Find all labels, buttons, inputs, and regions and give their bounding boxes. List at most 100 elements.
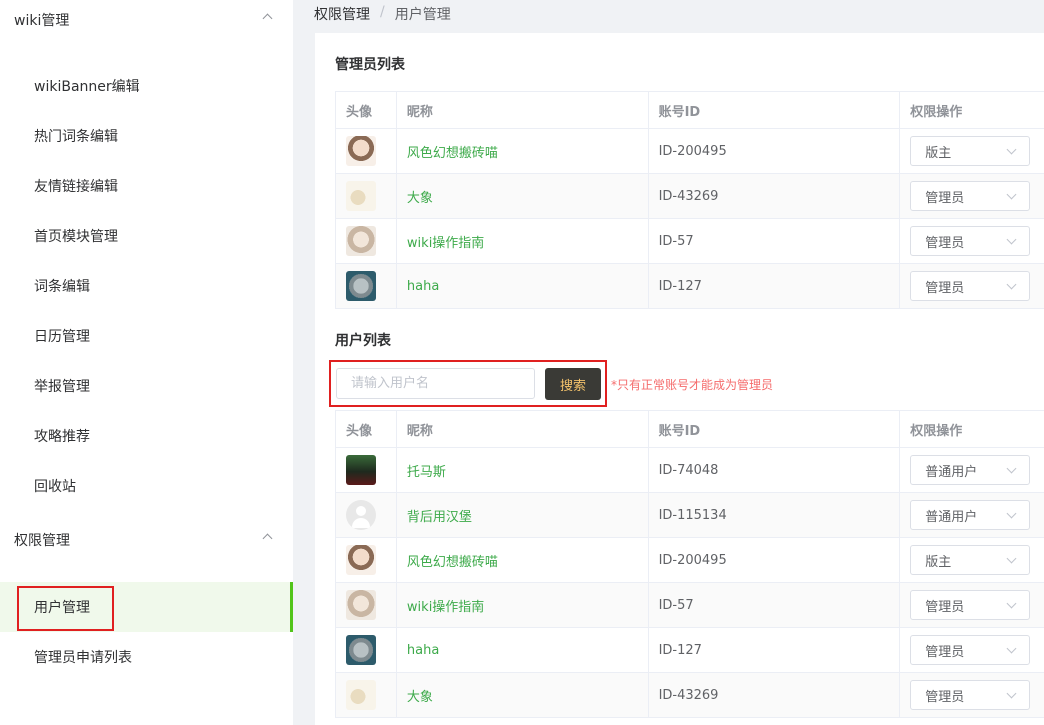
nickname-link[interactable]: haha [407,643,439,658]
table-row: 风色幻想搬砖喵 ID-200495 版主 [336,538,1044,583]
breadcrumb-separator: / [380,4,385,20]
sidebar-item-label: 举报管理 [34,379,90,395]
account-id: ID-200495 [658,552,727,568]
nickname-link[interactable]: wiki操作指南 [407,232,484,251]
nickname-link[interactable]: 大象 [407,686,433,705]
table-header-row: 头像 昵称 账号ID 权限操作 [336,411,1044,448]
nickname-link[interactable]: 风色幻想搬砖喵 [407,142,498,161]
sidebar-item-label: 友情链接编辑 [34,179,118,195]
role-select[interactable]: 管理员 [910,226,1031,256]
table-row: haha ID-127 管理员 [336,264,1044,309]
sidebar-item-label: 词条编辑 [34,279,90,295]
train-avatar [346,455,376,485]
role-select[interactable]: 版主 [910,545,1031,575]
role-select[interactable]: 版主 [910,136,1031,166]
chevron-down-icon [1006,508,1017,519]
sidebar-item-label: 管理员申请列表 [34,650,132,666]
breadcrumb: 权限管理 / 用户管理 [314,4,451,24]
role-select[interactable]: 管理员 [910,271,1031,301]
nickname-link[interactable]: 风色幻想搬砖喵 [407,551,498,570]
sidebar-item-entry-edit[interactable]: 词条编辑 [0,261,293,311]
nickname-link[interactable]: haha [407,279,439,294]
anime-girl-avatar [346,136,376,166]
role-select[interactable]: 管理员 [910,635,1031,665]
moon-avatar [346,181,376,211]
chevron-down-icon [1006,688,1017,699]
role-value: 普通用户 [925,464,978,480]
role-value: 管理员 [925,235,965,251]
chevron-down-icon [1006,189,1017,200]
account-id: ID-74048 [658,462,719,478]
chevron-up-icon [262,13,273,24]
sidebar-item-wiki-banner[interactable]: wikiBanner编辑 [0,61,293,111]
search-button[interactable]: 搜索 [545,368,601,400]
username-search-input[interactable] [336,368,535,399]
chevron-down-icon [1006,144,1017,155]
nickname-link[interactable]: wiki操作指南 [407,596,484,615]
table-row: haha ID-127 管理员 [336,628,1044,673]
table-row: 托马斯 ID-74048 普通用户 [336,448,1044,493]
col-account-header: 账号ID [649,92,901,128]
sidebar-item-label: 回收站 [34,479,76,495]
breadcrumb-root[interactable]: 权限管理 [314,4,370,24]
main-panel: 管理员列表 头像 昵称 账号ID 权限操作 风色幻想搬砖喵 ID-200495 … [315,33,1044,725]
role-value: 管理员 [925,280,965,296]
table-row: wiki操作指南 ID-57 管理员 [336,583,1044,628]
nickname-link[interactable]: 大象 [407,187,433,206]
coin-avatar [346,271,376,301]
menu-group-wiki[interactable]: wiki管理 [0,0,293,40]
col-nickname-header: 昵称 [397,92,649,128]
role-value: 普通用户 [925,509,978,525]
sidebar-item-hot-entries[interactable]: 热门词条编辑 [0,111,293,161]
menu-group-permissions[interactable]: 权限管理 [0,520,293,560]
sidebar-item-label: 首页模块管理 [34,229,118,245]
col-avatar-header: 头像 [336,92,397,128]
sidebar-item-calendar[interactable]: 日历管理 [0,311,293,361]
chevron-up-icon [262,533,273,544]
account-id: ID-43269 [658,687,719,703]
role-select[interactable]: 普通用户 [910,500,1031,530]
col-role-header: 权限操作 [910,423,963,439]
sidebar-item-label: 热门词条编辑 [34,129,118,145]
sidebar-item-admin-applications[interactable]: 管理员申请列表 [0,632,293,682]
account-id: ID-43269 [658,188,719,204]
account-id: ID-200495 [658,143,727,159]
sidebar-item-recycle-bin[interactable]: 回收站 [0,461,293,511]
menu-group-label: 权限管理 [14,533,70,549]
sidebar-item-guides[interactable]: 攻略推荐 [0,411,293,461]
table-row: wiki操作指南 ID-57 管理员 [336,219,1044,264]
sidebar-item-home-modules[interactable]: 首页模块管理 [0,211,293,261]
moon-avatar [346,680,376,710]
account-id: ID-57 [658,597,694,613]
admin-eligibility-hint: *只有正常账号才能成为管理员 [611,378,774,392]
account-id: ID-127 [658,278,702,294]
sidebar-item-friend-links[interactable]: 友情链接编辑 [0,161,293,211]
role-value: 管理员 [925,644,965,660]
menu-group-label: wiki管理 [14,13,70,29]
role-select[interactable]: 普通用户 [910,455,1031,485]
nickname-link[interactable]: 背后用汉堡 [407,506,472,525]
chevron-down-icon [1006,463,1017,474]
table-row: 背后用汉堡 ID-115134 普通用户 [336,493,1044,538]
nickname-link[interactable]: 托马斯 [407,461,446,480]
admin-list-title: 管理员列表 [335,57,405,73]
role-value: 版主 [925,554,952,570]
default-avatar [346,500,376,530]
col-nickname-header: 昵称 [397,411,649,447]
role-value: 版主 [925,145,952,161]
chevron-down-icon [1006,643,1017,654]
role-value: 管理员 [925,599,965,615]
sidebar-item-reports[interactable]: 举报管理 [0,361,293,411]
role-select[interactable]: 管理员 [910,181,1031,211]
sidebar-item-label: 攻略推荐 [34,429,90,445]
sidebar-item-label: wikiBanner编辑 [34,79,140,95]
chevron-down-icon [1006,598,1017,609]
admin-table: 头像 昵称 账号ID 权限操作 风色幻想搬砖喵 ID-200495 版主 大象 … [335,91,1044,309]
role-select[interactable]: 管理员 [910,680,1031,710]
role-select[interactable]: 管理员 [910,590,1031,620]
col-account-header: 账号ID [649,411,901,447]
chevron-down-icon [1006,553,1017,564]
user-table: 头像 昵称 账号ID 权限操作 托马斯 ID-74048 普通用户 背后用汉堡 … [335,410,1044,718]
chevron-down-icon [1006,234,1017,245]
role-value: 管理员 [925,689,965,705]
